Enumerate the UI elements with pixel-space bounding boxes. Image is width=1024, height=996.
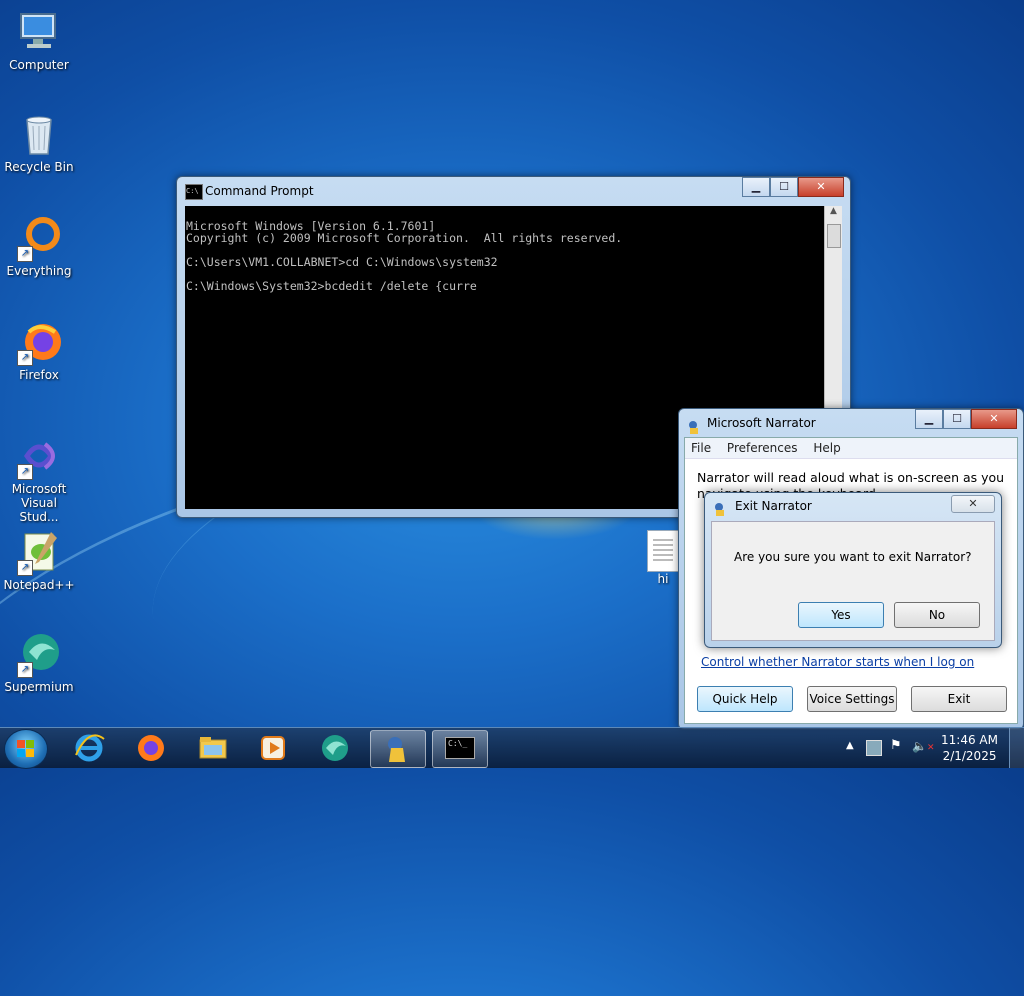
window-titlebar[interactable]: C:\ Command Prompt ▁ ☐ ✕ (177, 177, 850, 205)
system-tray: ▲ ⚑ 🔈✕ 11:46 AM 2/1/2025 (834, 728, 1024, 768)
taskbar-firefox[interactable] (124, 730, 178, 766)
show-desktop-button[interactable] (1009, 728, 1024, 768)
console-line: C:\Windows\System32>bcdedit /delete {cur… (186, 279, 477, 293)
clock-time: 11:46 AM (941, 733, 998, 747)
firefox-icon: ↗ (15, 318, 63, 366)
dialog-body: Are you sure you want to exit Narrator? … (711, 521, 995, 641)
taskbar-command-prompt[interactable]: C:\_ (432, 730, 488, 768)
action-center-flag-icon[interactable]: ⚑ (890, 738, 902, 753)
firefox-icon (138, 735, 164, 761)
exit-narrator-dialog[interactable]: Exit Narrator ✕ Are you sure you want to… (704, 492, 1002, 648)
shortcut-arrow-icon: ↗ (17, 560, 33, 576)
notepadpp-icon: ↗ (15, 528, 63, 576)
command-prompt-icon: C:\_ (445, 737, 475, 759)
dialog-close-button[interactable]: ✕ (951, 495, 995, 513)
supermium-icon: ↗ (15, 630, 63, 678)
network-icon[interactable] (866, 740, 882, 756)
desktop-icon-label: Firefox (19, 368, 59, 382)
desktop-icon-label: Everything (6, 264, 72, 278)
no-button[interactable]: No (894, 602, 980, 628)
clock-date: 2/1/2025 (942, 749, 997, 763)
desktop-icon-label: Notepad++ (3, 578, 75, 592)
console-line: Copyright (c) 2009 Microsoft Corporation… (186, 231, 623, 245)
computer-icon (15, 8, 63, 56)
shortcut-arrow-icon: ↗ (17, 246, 33, 262)
menu-file[interactable]: File (691, 441, 711, 455)
shortcut-arrow-icon: ↗ (17, 350, 33, 366)
scroll-up-icon[interactable]: ▲ (825, 206, 842, 222)
taskbar-narrator[interactable] (370, 730, 426, 768)
desktop-icon-label: Microsoft Visual Stud... (11, 482, 67, 524)
desktop-icon-everything[interactable]: ↗ Everything (0, 214, 78, 278)
desktop-icon-label: Recycle Bin (4, 160, 74, 174)
close-button[interactable]: ✕ (971, 409, 1017, 429)
close-button[interactable]: ✕ (798, 177, 844, 197)
volume-muted-icon[interactable]: 🔈✕ (912, 739, 935, 753)
internet-explorer-icon (75, 734, 105, 762)
maximize-button[interactable]: ☐ (770, 177, 798, 197)
minimize-button[interactable]: ▁ (915, 409, 943, 429)
windows-logo-icon (17, 740, 35, 758)
dialog-titlebar[interactable]: Exit Narrator ✕ (705, 493, 1001, 519)
recycle-bin-icon (15, 110, 63, 158)
desktop-icon-label: Computer (9, 58, 69, 72)
narrator-icon (713, 499, 729, 516)
desktop-icon-supermium[interactable]: ↗ Supermium (0, 630, 78, 694)
taskbar-supermium[interactable] (308, 730, 362, 766)
narrator-icon (388, 737, 405, 762)
taskbar-file-explorer[interactable] (186, 730, 240, 766)
desktop-icon-computer[interactable]: Computer (0, 8, 78, 72)
voice-settings-button[interactable]: Voice Settings (807, 686, 897, 712)
window-titlebar[interactable]: Microsoft Narrator ▁ ☐ ✕ (679, 409, 1023, 437)
window-title: Command Prompt (205, 184, 314, 198)
maximize-button[interactable]: ☐ (943, 409, 971, 429)
clock[interactable]: 11:46 AM 2/1/2025 (941, 732, 998, 764)
menu-help[interactable]: Help (813, 441, 840, 455)
desktop-icon-visual-studio[interactable]: ↗ Microsoft Visual Stud... (0, 432, 78, 524)
taskbar: C:\_ ▲ ⚑ 🔈✕ 11:46 AM 2/1/2025 (0, 727, 1024, 769)
dialog-message: Are you sure you want to exit Narrator? (734, 550, 972, 564)
command-prompt-icon: C:\ (185, 184, 203, 200)
menu-preferences[interactable]: Preferences (727, 441, 798, 455)
desktop-icon-notepadpp[interactable]: ↗ Notepad++ (0, 528, 78, 592)
menu-bar: File Preferences Help (685, 438, 1017, 459)
shortcut-arrow-icon: ↗ (17, 464, 33, 480)
exit-button[interactable]: Exit (911, 686, 1007, 712)
media-player-icon (261, 736, 285, 760)
file-explorer-icon (199, 737, 227, 759)
yes-button[interactable]: Yes (798, 602, 884, 628)
minimize-button[interactable]: ▁ (742, 177, 770, 197)
console-line: C:\Users\VM1.COLLABNET>cd C:\Windows\sys… (186, 255, 498, 269)
narrator-icon (687, 416, 703, 434)
narrator-startup-link[interactable]: Control whether Narrator starts when I l… (701, 655, 974, 669)
text-file-icon (647, 530, 679, 572)
taskbar-internet-explorer[interactable] (62, 730, 116, 766)
shortcut-arrow-icon: ↗ (17, 662, 33, 678)
desktop-icon-recycle-bin[interactable]: Recycle Bin (0, 110, 78, 174)
scroll-thumb[interactable] (827, 224, 841, 248)
show-hidden-icons-icon[interactable]: ▲ (846, 740, 854, 751)
start-button[interactable] (4, 729, 48, 769)
window-title: Microsoft Narrator (707, 416, 816, 430)
supermium-icon (322, 735, 348, 761)
visual-studio-icon: ↗ (15, 432, 63, 480)
desktop-icon-firefox[interactable]: ↗ Firefox (0, 318, 78, 382)
taskbar-media-player[interactable] (246, 730, 300, 766)
dialog-title: Exit Narrator (735, 499, 812, 513)
everything-icon: ↗ (15, 214, 63, 262)
desktop-icon-label: Supermium (4, 680, 74, 694)
quick-help-button[interactable]: Quick Help (697, 686, 793, 712)
